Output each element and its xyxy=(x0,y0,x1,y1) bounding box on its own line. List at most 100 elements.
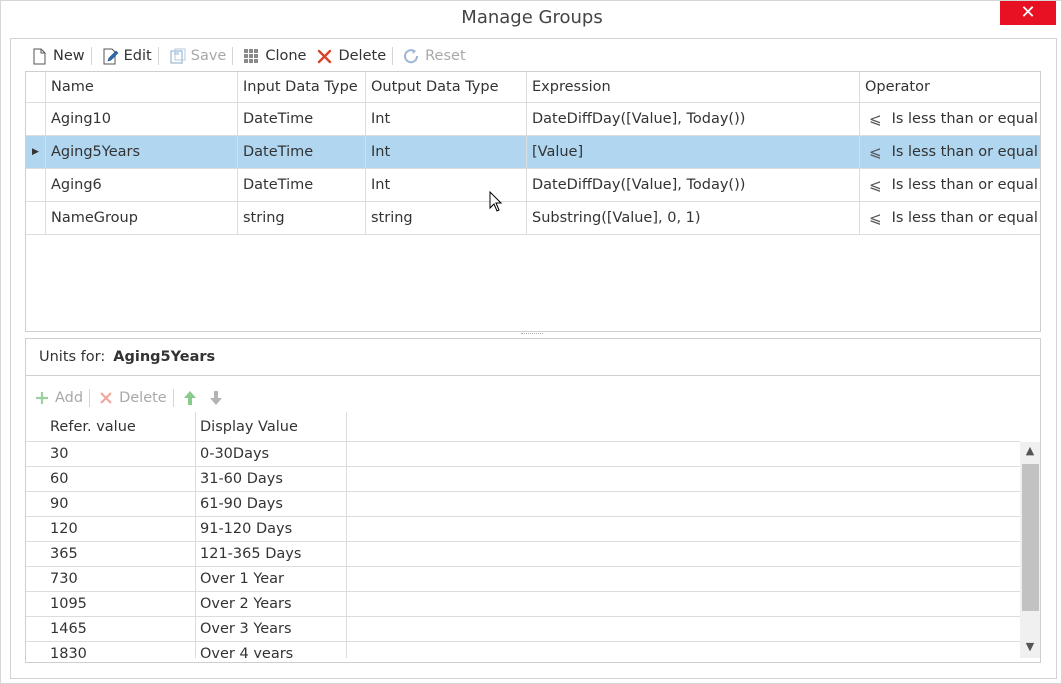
units-header-row: Refer. value Display Value xyxy=(26,412,1020,442)
table-row[interactable]: 30 0-30Days xyxy=(26,442,1020,467)
cell-refer-value[interactable]: 1830 xyxy=(46,642,196,658)
cell-input-type[interactable]: DateTime xyxy=(238,169,366,201)
table-row[interactable]: 90 61-90 Days xyxy=(26,492,1020,517)
column-header-operator[interactable]: Operator xyxy=(860,72,1040,102)
cell-refer-value[interactable]: 120 xyxy=(46,517,196,541)
move-up-button[interactable] xyxy=(174,390,204,406)
cell-refer-value[interactable]: 90 xyxy=(46,492,196,516)
cell-display-value[interactable]: Over 4 years xyxy=(196,642,347,658)
cell-display-value[interactable]: 121-365 Days xyxy=(196,542,347,566)
delete-label: Delete xyxy=(338,48,387,64)
less-than-or-equal-icon: ⩽ xyxy=(869,110,882,128)
cell-operator[interactable]: ⩽ Is less than or equal to xyxy=(860,169,1041,201)
plus-icon xyxy=(36,392,48,404)
cell-display-value[interactable]: Over 2 Years xyxy=(196,592,347,616)
close-button[interactable]: ✕ xyxy=(1000,1,1056,25)
cell-display-value[interactable]: 0-30Days xyxy=(196,442,347,466)
table-row[interactable]: 365 121-365 Days xyxy=(26,542,1020,567)
operator-label: Is less than or equal to xyxy=(891,177,1041,193)
grid-header-row: Name Input Data Type Output Data Type Ex… xyxy=(26,72,1040,103)
manage-groups-window: Manage Groups ✕ New Edit Save Clone Dele… xyxy=(0,0,1062,684)
column-header-display-value[interactable]: Display Value xyxy=(196,412,347,441)
operator-label: Is less than or equal to xyxy=(891,144,1041,160)
units-header: Units for: Aging5Years xyxy=(26,339,1040,376)
column-header-output-type[interactable]: Output Data Type xyxy=(366,72,527,102)
table-row[interactable]: 60 31-60 Days xyxy=(26,467,1020,492)
delete-unit-button[interactable]: Delete xyxy=(90,390,173,406)
cell-name[interactable]: Aging6 xyxy=(46,169,238,201)
column-header-name[interactable]: Name xyxy=(46,72,238,102)
cell-operator[interactable]: ⩽ Is less than or equal to xyxy=(860,103,1041,135)
operator-label: Is less than or equal to xyxy=(891,111,1041,127)
edit-icon xyxy=(103,48,119,64)
cell-display-value[interactable]: Over 3 Years xyxy=(196,617,347,641)
cell-display-value[interactable]: 31-60 Days xyxy=(196,467,347,491)
clone-label: Clone xyxy=(265,48,307,64)
column-header-filler xyxy=(347,412,1020,441)
column-header-expression[interactable]: Expression xyxy=(527,72,860,102)
cell-expression[interactable]: DateDiffDay([Value], Today()) xyxy=(527,103,860,135)
cell-output-type[interactable]: Int xyxy=(366,103,527,135)
table-row[interactable]: Aging10 DateTime Int DateDiffDay([Value]… xyxy=(26,103,1041,136)
splitter-handle[interactable] xyxy=(521,333,543,335)
table-row[interactable]: 1465 Over 3 Years xyxy=(26,617,1020,642)
new-label: New xyxy=(53,48,85,64)
scrollbar-thumb[interactable] xyxy=(1022,464,1039,611)
cell-display-value[interactable]: 61-90 Days xyxy=(196,492,347,516)
cell-output-type[interactable]: Int xyxy=(366,136,527,168)
edit-button[interactable]: Edit xyxy=(92,44,158,68)
less-than-or-equal-icon: ⩽ xyxy=(869,209,882,227)
table-row[interactable]: NameGroup string string Substring([Value… xyxy=(26,202,1040,235)
save-button[interactable]: Save xyxy=(159,44,233,68)
delete-button[interactable]: Delete xyxy=(312,44,392,68)
cell-input-type[interactable]: DateTime xyxy=(238,136,366,168)
column-header-refer-value[interactable]: Refer. value xyxy=(46,412,196,441)
move-down-button[interactable] xyxy=(204,390,230,406)
scroll-down-icon[interactable]: ▼ xyxy=(1020,638,1040,656)
cell-refer-value[interactable]: 1465 xyxy=(46,617,196,641)
groups-grid: Name Input Data Type Output Data Type Ex… xyxy=(25,71,1041,332)
cell-input-type[interactable]: string xyxy=(238,202,366,234)
table-row[interactable]: 730 Over 1 Year xyxy=(26,567,1020,592)
edit-label: Edit xyxy=(123,48,152,64)
reset-button[interactable]: Reset xyxy=(393,44,472,68)
column-header-input-type[interactable]: Input Data Type xyxy=(238,72,366,102)
clone-button[interactable]: Clone xyxy=(233,44,312,68)
clone-grid-icon xyxy=(244,48,259,63)
units-grid: Refer. value Display Value 30 0-30Days 6… xyxy=(26,412,1040,658)
cell-expression[interactable]: Substring([Value], 0, 1) xyxy=(527,202,860,234)
add-label: Add xyxy=(55,390,84,406)
units-scrollbar[interactable]: ▲ ▼ xyxy=(1020,442,1040,658)
close-icon: ✕ xyxy=(1020,2,1036,23)
table-row[interactable]: 1095 Over 2 Years xyxy=(26,592,1020,617)
cell-operator[interactable]: ⩽ Is less than or equal to xyxy=(860,136,1041,168)
cell-refer-value[interactable]: 60 xyxy=(46,467,196,491)
table-row[interactable]: 120 91-120 Days xyxy=(26,517,1020,542)
table-row[interactable]: ▶ Aging5Years DateTime Int [Value] ⩽ Is l… xyxy=(26,136,1041,169)
cell-operator[interactable]: ⩽ Is less than or equal to xyxy=(860,202,1040,234)
cell-name[interactable]: NameGroup xyxy=(46,202,238,234)
cell-name[interactable]: Aging10 xyxy=(46,103,238,135)
cell-refer-value[interactable]: 730 xyxy=(46,567,196,591)
row-indicator xyxy=(26,169,46,201)
less-than-or-equal-icon: ⩽ xyxy=(869,143,882,161)
table-row[interactable]: Aging6 DateTime Int DateDiffDay([Value],… xyxy=(26,169,1041,202)
cell-display-value[interactable]: 91-120 Days xyxy=(196,517,347,541)
table-row[interactable]: 1830 Over 4 years xyxy=(26,642,1020,658)
current-row-arrow-icon: ▶ xyxy=(32,147,39,157)
cell-input-type[interactable]: DateTime xyxy=(238,103,366,135)
cell-expression[interactable]: DateDiffDay([Value], Today()) xyxy=(527,169,860,201)
cell-expression[interactable]: [Value] xyxy=(527,136,860,168)
scroll-up-icon[interactable]: ▲ xyxy=(1020,442,1040,460)
cell-refer-value[interactable]: 365 xyxy=(46,542,196,566)
delete-x-icon xyxy=(318,49,332,63)
cell-name[interactable]: Aging5Years xyxy=(46,136,238,168)
cell-refer-value[interactable]: 1095 xyxy=(46,592,196,616)
arrow-down-icon xyxy=(209,391,222,405)
new-button[interactable]: New xyxy=(21,44,91,68)
cell-display-value[interactable]: Over 1 Year xyxy=(196,567,347,591)
add-unit-button[interactable]: Add xyxy=(30,390,89,406)
units-toolbar: Add Delete xyxy=(30,386,230,410)
units-panel: Units for: Aging5Years Add Delete Refer.… xyxy=(25,338,1041,663)
cell-refer-value[interactable]: 30 xyxy=(46,442,196,466)
